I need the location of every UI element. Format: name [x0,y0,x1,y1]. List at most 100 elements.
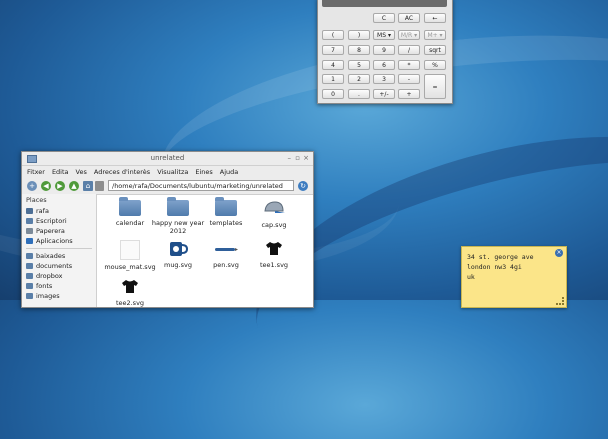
menu-help[interactable]: Ajuda [220,168,238,176]
close-icon[interactable]: × [303,154,309,162]
folder-icon [26,273,33,279]
file-item[interactable]: cap.svg [246,200,302,229]
calculator-display [322,0,447,7]
sidebar-item-documents[interactable]: documents [22,261,96,271]
sidebar-item-label: baixades [36,252,66,260]
digit-0-button[interactable]: 0 [322,89,344,99]
new-tab-icon[interactable]: + [27,181,37,191]
digit-1-button[interactable]: 1 [322,74,344,84]
memory-store-button[interactable]: MS ▾ [373,30,395,40]
file-view: calendar happy new year 2012 templates c… [100,194,313,307]
maximize-icon[interactable]: ▫ [295,154,300,162]
places-header: Places [26,196,47,204]
decimal-button[interactable]: . [348,89,370,99]
open-paren-button[interactable]: ( [322,30,344,40]
file-manager-window: unrelated – ▫ × Fitxer Edita Ves Adreces… [21,151,314,308]
resize-grip-icon[interactable] [556,297,564,305]
sidebar-item-label: Escriptori [36,217,67,225]
digit-4-button[interactable]: 4 [322,60,344,70]
menu-bookmarks[interactable]: Adreces d'interès [94,168,150,176]
digit-8-button[interactable]: 8 [348,45,370,55]
folder-icon [119,197,141,216]
divide-button[interactable]: / [398,45,420,55]
sidebar-item-trash[interactable]: Paperera [22,226,96,236]
calculator-window: C AC ← ( ) MS ▾ M/R ▾ M+ ▾ 7 8 9 / sqrt … [317,0,453,104]
add-button[interactable]: + [398,89,420,99]
home-folder-icon [26,208,33,214]
digit-7-button[interactable]: 7 [322,45,344,55]
up-icon[interactable]: ▲ [69,181,79,191]
path-bar[interactable]: /home/rafa/Documents/lubuntu/marketing/u… [108,180,294,191]
sticky-note[interactable]: 34 st. george ave london nw3 4gi uk × [461,246,567,308]
digit-5-button[interactable]: 5 [348,60,370,70]
digit-2-button[interactable]: 2 [348,74,370,84]
tshirt-icon [246,240,302,258]
file-item[interactable]: tee1.svg [246,240,302,269]
folder-icon [167,197,189,216]
note-line: uk [467,273,475,281]
sidebar-item-label: Aplicacions [36,237,73,245]
file-name: cap.svg [261,221,287,229]
file-name: tee2.svg [115,299,145,307]
sidebar-item-label: rafa [36,207,49,215]
file-name: tee1.svg [259,261,289,269]
negate-button[interactable]: +/- [373,89,395,99]
clear-button[interactable]: C [373,13,395,23]
sidebar-item-dropbox[interactable]: dropbox [22,271,96,281]
menu-edit[interactable]: Edita [52,168,69,176]
digit-6-button[interactable]: 6 [373,60,395,70]
sidebar-item-label: dropbox [36,272,63,280]
sidebar-item-label: fonts [36,282,53,290]
sqrt-button[interactable]: sqrt [424,45,446,55]
backspace-button[interactable]: ← [424,13,446,23]
digit-3-button[interactable]: 3 [373,74,395,84]
minimize-icon[interactable]: – [288,154,292,162]
sidebar-item-label: images [36,292,60,300]
go-icon[interactable]: ↻ [298,181,308,191]
menu-file[interactable]: Fitxer [27,168,45,176]
sidebar-divider [26,248,92,249]
multiply-button[interactable]: * [398,60,420,70]
sidebar-item-label: documents [36,262,73,270]
note-line: 34 st. george ave [467,253,534,261]
sidebar-item-applications[interactable]: Aplicacions [22,236,96,246]
note-text[interactable]: 34 st. george ave london nw3 4gi uk [467,252,534,282]
sidebar: Places rafa Escriptori Paperera Aplicaci… [22,194,97,307]
title-bar[interactable]: unrelated – ▫ × [22,152,313,166]
menu-go[interactable]: Ves [76,168,87,176]
file-item[interactable]: tee2.svg [102,278,158,307]
note-line: london nw3 4gi [467,263,522,271]
close-paren-button[interactable]: ) [348,30,370,40]
sidebar-item-desktop[interactable]: Escriptori [22,216,96,226]
percent-button[interactable]: % [424,60,446,70]
memory-add-button[interactable]: M+ ▾ [424,30,446,40]
close-icon[interactable]: × [555,249,563,257]
equals-button[interactable]: = [424,74,446,99]
tshirt-icon [102,278,158,296]
memory-recall-button[interactable]: M/R ▾ [398,30,420,40]
toolbar: + ◀ ▶ ▲ ⌂ /home/rafa/Documents/lubuntu/m… [22,178,313,195]
folder-icon [215,197,237,216]
sidebar-item-fonts[interactable]: fonts [22,281,96,291]
desktop-icon [26,218,33,224]
trash-icon [26,228,33,234]
folder-icon [26,283,33,289]
sidebar-item-downloads[interactable]: baixades [22,251,96,261]
back-icon[interactable]: ◀ [41,181,51,191]
menu-tools[interactable]: Eines [195,168,212,176]
home-icon[interactable]: ⌂ [83,181,93,191]
folder-icon [26,263,33,269]
all-clear-button[interactable]: AC [398,13,420,23]
menu-bar: Fitxer Edita Ves Adreces d'interès Visua… [22,166,313,178]
drive-icon[interactable] [95,181,104,191]
digit-9-button[interactable]: 9 [373,45,395,55]
blank-file-icon [120,240,140,260]
subtract-button[interactable]: - [398,74,420,84]
menu-view[interactable]: Visualitza [157,168,188,176]
forward-icon[interactable]: ▶ [55,181,65,191]
applications-icon [26,238,33,244]
window-title: unrelated [150,154,185,162]
sidebar-item-home[interactable]: rafa [22,206,96,216]
cap-icon [246,200,302,218]
sidebar-item-label: Paperera [36,227,65,235]
